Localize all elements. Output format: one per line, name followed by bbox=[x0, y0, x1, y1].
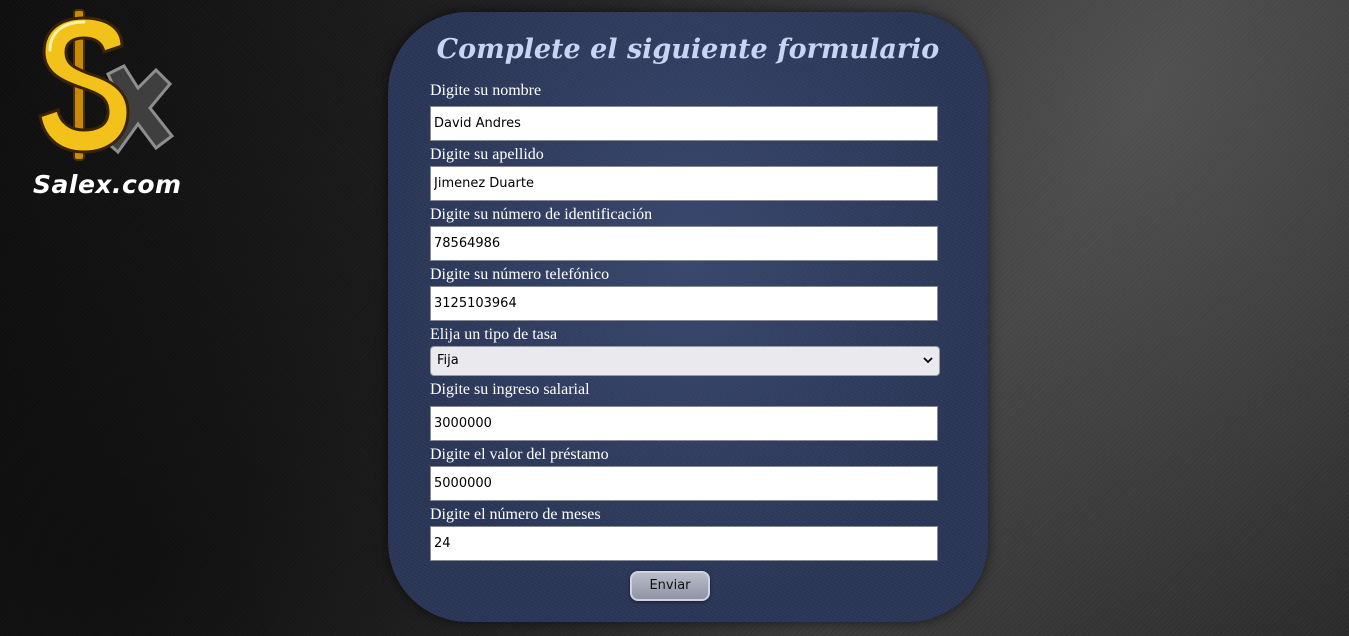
salary-input[interactable] bbox=[430, 406, 938, 441]
months-input[interactable] bbox=[430, 526, 938, 561]
surname-label: Digite su apellido bbox=[430, 146, 544, 163]
loan-amount-label: Digite el valor del préstamo bbox=[430, 446, 609, 463]
id-number-label: Digite su número de identificación bbox=[430, 206, 653, 223]
surname-input[interactable] bbox=[430, 166, 938, 201]
rate-type-select[interactable]: Fija bbox=[430, 346, 940, 376]
loan-amount-input[interactable] bbox=[430, 466, 938, 501]
id-number-input[interactable] bbox=[430, 226, 938, 261]
form-title: Complete el siguiente formulario bbox=[436, 34, 940, 65]
submit-button[interactable]: Enviar bbox=[630, 571, 710, 601]
months-label: Digite el número de meses bbox=[430, 506, 601, 523]
name-input[interactable] bbox=[430, 106, 938, 141]
salary-label: Digite su ingreso salarial bbox=[430, 381, 590, 398]
phone-input[interactable] bbox=[430, 286, 938, 321]
name-label: Digite su nombre bbox=[430, 82, 542, 99]
rate-type-value: Fija bbox=[437, 353, 459, 368]
phone-label: Digite su número telefónico bbox=[430, 266, 610, 283]
logo-text: Salex.com bbox=[33, 170, 182, 199]
chevron-down-icon bbox=[923, 357, 933, 364]
dollar-x-logo-icon bbox=[38, 9, 175, 161]
site-logo[interactable]: Salex.com bbox=[30, 8, 190, 199]
loan-form-panel: Complete el siguiente formulario Digite … bbox=[388, 12, 988, 622]
rate-type-label: Elija un tipo de tasa bbox=[430, 326, 558, 343]
